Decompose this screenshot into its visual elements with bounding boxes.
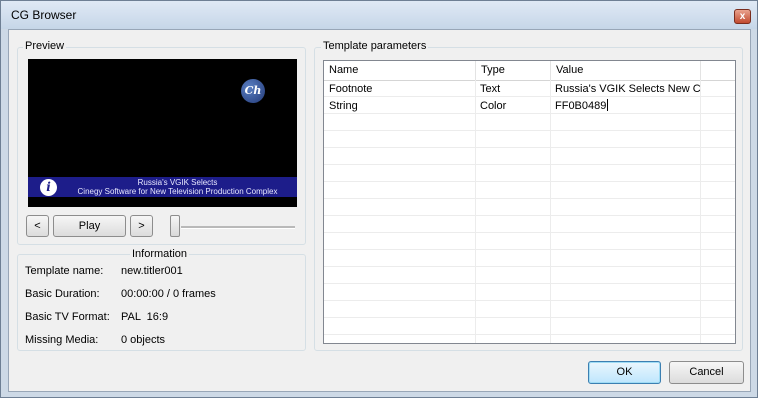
basic-tv-format-label: Basic TV Format: [25, 311, 110, 323]
column-header-value[interactable]: Value [551, 61, 701, 80]
param-value-text: FF0B0489 [555, 100, 607, 112]
text-caret [607, 99, 609, 111]
grid-column-divider [475, 80, 476, 343]
param-name-cell[interactable]: String [324, 97, 475, 114]
title-bar[interactable]: CG Browser x [1, 1, 757, 29]
param-type-cell[interactable]: Color [475, 97, 550, 114]
grid-column-divider [550, 80, 551, 343]
previous-frame-button[interactable]: < [26, 215, 49, 237]
window-title: CG Browser [11, 8, 77, 22]
basic-duration-value: 00:00:00 / 0 frames [121, 288, 216, 300]
timeline-slider-thumb[interactable] [170, 215, 180, 237]
template-name-value: new.titler001 [121, 265, 183, 277]
column-header-name[interactable]: Name [324, 61, 476, 80]
missing-media-label: Missing Media: [25, 334, 99, 346]
cancel-button[interactable]: Cancel [669, 361, 744, 384]
close-icon: x [739, 11, 746, 22]
param-value-editor[interactable]: FF0B0489 [550, 97, 700, 114]
basic-tv-format-value: PAL 16:9 [121, 311, 169, 323]
close-button[interactable]: x [734, 9, 751, 24]
information-group-label: Information [130, 248, 190, 260]
grid-column-divider [700, 80, 701, 343]
param-value-cell[interactable]: Russia's VGIK Selects New Cin [550, 80, 700, 97]
next-frame-button[interactable]: > [130, 215, 153, 237]
parameters-grid[interactable]: Name Type Value Footnote Text Russia's V… [323, 60, 736, 344]
template-name-label: Template name: [25, 265, 104, 277]
grid-body: Footnote Text Russia's VGIK Selects New … [324, 80, 735, 343]
param-type-cell[interactable]: Text [475, 80, 550, 97]
grid-header: Name Type Value [324, 61, 735, 81]
play-button[interactable]: Play [53, 215, 126, 237]
param-name-cell[interactable]: Footnote [324, 80, 475, 97]
preview-group-label: Preview [23, 40, 67, 52]
caption-line-2: Cinegy Software for New Television Produ… [77, 187, 278, 196]
template-parameters-group-label: Template parameters [321, 40, 429, 52]
preview-screen: Ch i Russia's VGIK Selects Cinegy Softwa… [28, 59, 297, 207]
missing-media-value: 0 objects [121, 334, 166, 346]
channel-logo: Ch [241, 79, 265, 103]
column-header-type[interactable]: Type [476, 61, 551, 80]
table-row[interactable]: String Color FF0B0489 [324, 97, 735, 114]
timeline-slider-track[interactable] [181, 226, 295, 229]
basic-duration-label: Basic Duration: [25, 288, 100, 300]
caption-line-1: Russia's VGIK Selects [137, 178, 218, 187]
ok-button[interactable]: OK [588, 361, 661, 384]
table-row[interactable]: Footnote Text Russia's VGIK Selects New … [324, 80, 735, 97]
cg-browser-window: CG Browser x Preview Ch i Russia's VGIK … [0, 0, 758, 398]
dialog-body: Preview Ch i Russia's VGIK Selects Cineg… [8, 29, 751, 392]
info-logo-icon: i [40, 179, 57, 196]
